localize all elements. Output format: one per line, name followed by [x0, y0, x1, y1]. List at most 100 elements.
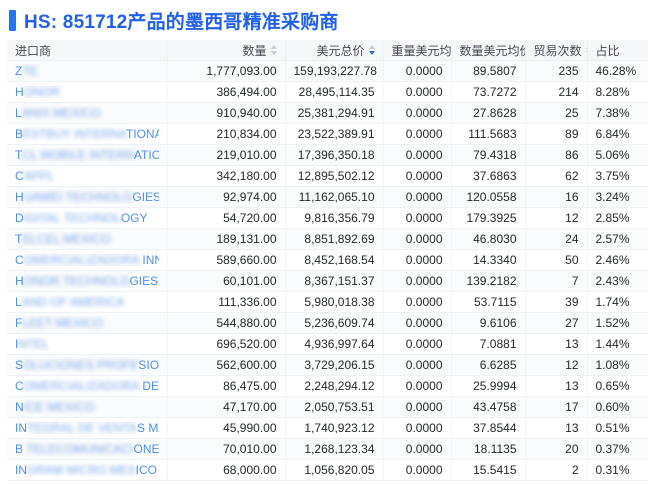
cell-usd-total: 2,050,753.51 [285, 396, 384, 418]
cell-trade-count: 2 [525, 459, 588, 481]
cell-share: 8.28% [587, 81, 648, 103]
cell-usd-total: 2,248,294.12 [285, 375, 384, 397]
cell-importer: CAPPL [7, 165, 168, 187]
importer-name-visible: INN... [142, 253, 158, 267]
importer-link[interactable]: NICE MEXICO [15, 400, 159, 414]
cell-trade-count: 39 [525, 291, 588, 313]
importer-link[interactable]: SOLUCIONES PROFESION... [15, 358, 159, 372]
col-header-trade-count[interactable]: 贸易次数 [525, 40, 588, 61]
cell-importer: SOLUCIONES PROFESION... [7, 354, 168, 376]
cell-trade-count: 17 [525, 396, 588, 418]
cell-qty-usd-avg: 7.0881 [451, 333, 526, 355]
importer-name-visible: C [15, 253, 24, 267]
table-row: HONOR TECHNOLOGIES D... 60,101.00 8,367,… [7, 270, 648, 292]
cell-weight-usd-avg: 0.0000 [383, 207, 452, 229]
cell-weight-usd-avg: 0.0000 [383, 102, 452, 124]
col-header-label: 数量 [242, 43, 267, 58]
cell-importer: COMERCIALIZADORA DE ... [7, 375, 168, 397]
col-header-share: 占比 [587, 40, 648, 61]
sort-icon[interactable] [270, 45, 277, 55]
cell-trade-count: 13 [525, 417, 588, 439]
importer-link[interactable]: LAND OF AMERICA [15, 295, 159, 309]
caret-up-icon [270, 45, 277, 49]
importer-link[interactable]: HUAWEI TECHNOLOGIES ... [15, 190, 159, 204]
importer-link[interactable]: HONOR [15, 85, 159, 99]
cell-importer: FLEET MEXICO [7, 312, 168, 334]
table-row: LANIX MEXICO 910,940.00 25,381,294.91 0.… [7, 102, 648, 124]
importer-name-visible: H [15, 274, 24, 288]
cell-usd-total: 23,522,389.91 [285, 123, 384, 145]
importer-name-redacted: TEGRAL DE VENTA [27, 421, 138, 435]
cell-usd-total: 25,381,294.91 [285, 102, 384, 124]
col-header-quantity[interactable]: 数量 [167, 40, 286, 61]
cell-qty-usd-avg: 37.8544 [451, 417, 526, 439]
cell-share: 0.31% [587, 459, 648, 481]
sort-icon[interactable] [368, 45, 375, 55]
importer-link[interactable]: B TELECOMUNICACIONES... [15, 442, 159, 456]
cell-quantity: 92,974.00 [167, 186, 286, 208]
importer-link[interactable]: INGRAM MICRO MEXICO [15, 463, 159, 477]
cell-quantity: 1,777,093.00 [167, 60, 286, 82]
importer-name-visible: C [15, 169, 24, 183]
importer-link[interactable]: INTEL [15, 337, 159, 351]
cell-weight-usd-avg: 0.0000 [383, 333, 452, 355]
cell-weight-usd-avg: 0.0000 [383, 228, 452, 250]
col-header-usd-total[interactable]: 美元总价 [285, 40, 384, 61]
importer-link[interactable]: ZTE [15, 64, 159, 78]
cell-qty-usd-avg: 43.4758 [451, 396, 526, 418]
cell-weight-usd-avg: 0.0000 [383, 123, 452, 145]
importer-link[interactable]: HONOR TECHNOLOGIES D... [15, 274, 159, 288]
cell-quantity: 342,180.00 [167, 165, 286, 187]
cell-importer: BESTBUY INTERNATIONAL [7, 123, 168, 145]
cell-qty-usd-avg: 9.6106 [451, 312, 526, 334]
cell-trade-count: 50 [525, 249, 588, 271]
cell-trade-count: 16 [525, 186, 588, 208]
table-row: INTEGRAL DE VENTAS MA... 45,990.00 1,740… [7, 417, 648, 439]
importer-link[interactable]: TCL MOBILE INTERNATIO... [15, 148, 159, 162]
importer-link[interactable]: COMERCIALIZADORA INN... [15, 253, 159, 267]
importer-link[interactable]: COMERCIALIZADORA DE ... [15, 379, 159, 393]
cell-trade-count: 89 [525, 123, 588, 145]
cell-quantity: 70,010.00 [167, 438, 286, 460]
cell-quantity: 60,101.00 [167, 270, 286, 292]
cell-qty-usd-avg: 111.5683 [451, 123, 526, 145]
cell-importer: INTEL [7, 333, 168, 355]
cell-trade-count: 20 [525, 438, 588, 460]
importer-link[interactable]: INTEGRAL DE VENTAS MA... [15, 421, 159, 435]
cell-usd-total: 8,851,892.69 [285, 228, 384, 250]
col-header-label: 贸易次数 [533, 43, 582, 58]
cell-usd-total: 1,056,820.05 [285, 459, 384, 481]
col-header-label: 数量美元均价 [459, 43, 525, 58]
importer-name-visible: ONES... [133, 442, 159, 456]
importer-name-redacted: ONOR TECHNOLO [23, 274, 130, 288]
cell-importer: HUAWEI TECHNOLOGIES ... [7, 186, 168, 208]
importer-name-redacted: AND OF AMERICA [21, 295, 125, 309]
importer-link[interactable]: CAPPL [15, 169, 159, 183]
cell-importer: NICE MEXICO [7, 396, 168, 418]
cell-qty-usd-avg: 179.3925 [451, 207, 526, 229]
importer-name-visible: OGY [120, 211, 148, 225]
importer-link[interactable]: LANIX MEXICO [15, 106, 159, 120]
importer-name-redacted: ELCEL MEXICO [22, 232, 111, 246]
col-header-importer: 进口商 [7, 40, 168, 61]
importer-name-redacted: ESTBUY INTERNA [23, 127, 126, 141]
cell-share: 2.85% [587, 207, 648, 229]
cell-trade-count: 235 [525, 60, 588, 82]
importer-link[interactable]: BESTBUY INTERNATIONAL [15, 127, 159, 141]
table-row: TCL MOBILE INTERNATIO... 219,010.00 17,3… [7, 144, 648, 166]
cell-importer: ZTE [7, 60, 168, 82]
cell-qty-usd-avg: 18.1135 [451, 438, 526, 460]
page-title: HS: 851712产品的墨西哥精准采购商 [24, 11, 339, 33]
cell-usd-total: 5,980,018.38 [285, 291, 384, 313]
cell-qty-usd-avg: 25.9994 [451, 375, 526, 397]
importer-link[interactable]: DIGITAL TECHNOLOGY [15, 211, 159, 225]
importer-link[interactable]: TELCEL MEXICO [15, 232, 159, 246]
importer-link[interactable]: FLEET MEXICO [15, 316, 159, 330]
cell-quantity: 386,494.00 [167, 81, 286, 103]
cell-qty-usd-avg: 46.8030 [451, 228, 526, 250]
cell-quantity: 210,834.00 [167, 123, 286, 145]
table-row: FLEET MEXICO 544,880.00 5,236,609.74 0.0… [7, 312, 648, 334]
importer-name-visible: IN [15, 463, 27, 477]
table-row: COMERCIALIZADORA INN... 589,660.00 8,452… [7, 249, 648, 271]
importer-name-visible: GIES D... [129, 274, 159, 288]
